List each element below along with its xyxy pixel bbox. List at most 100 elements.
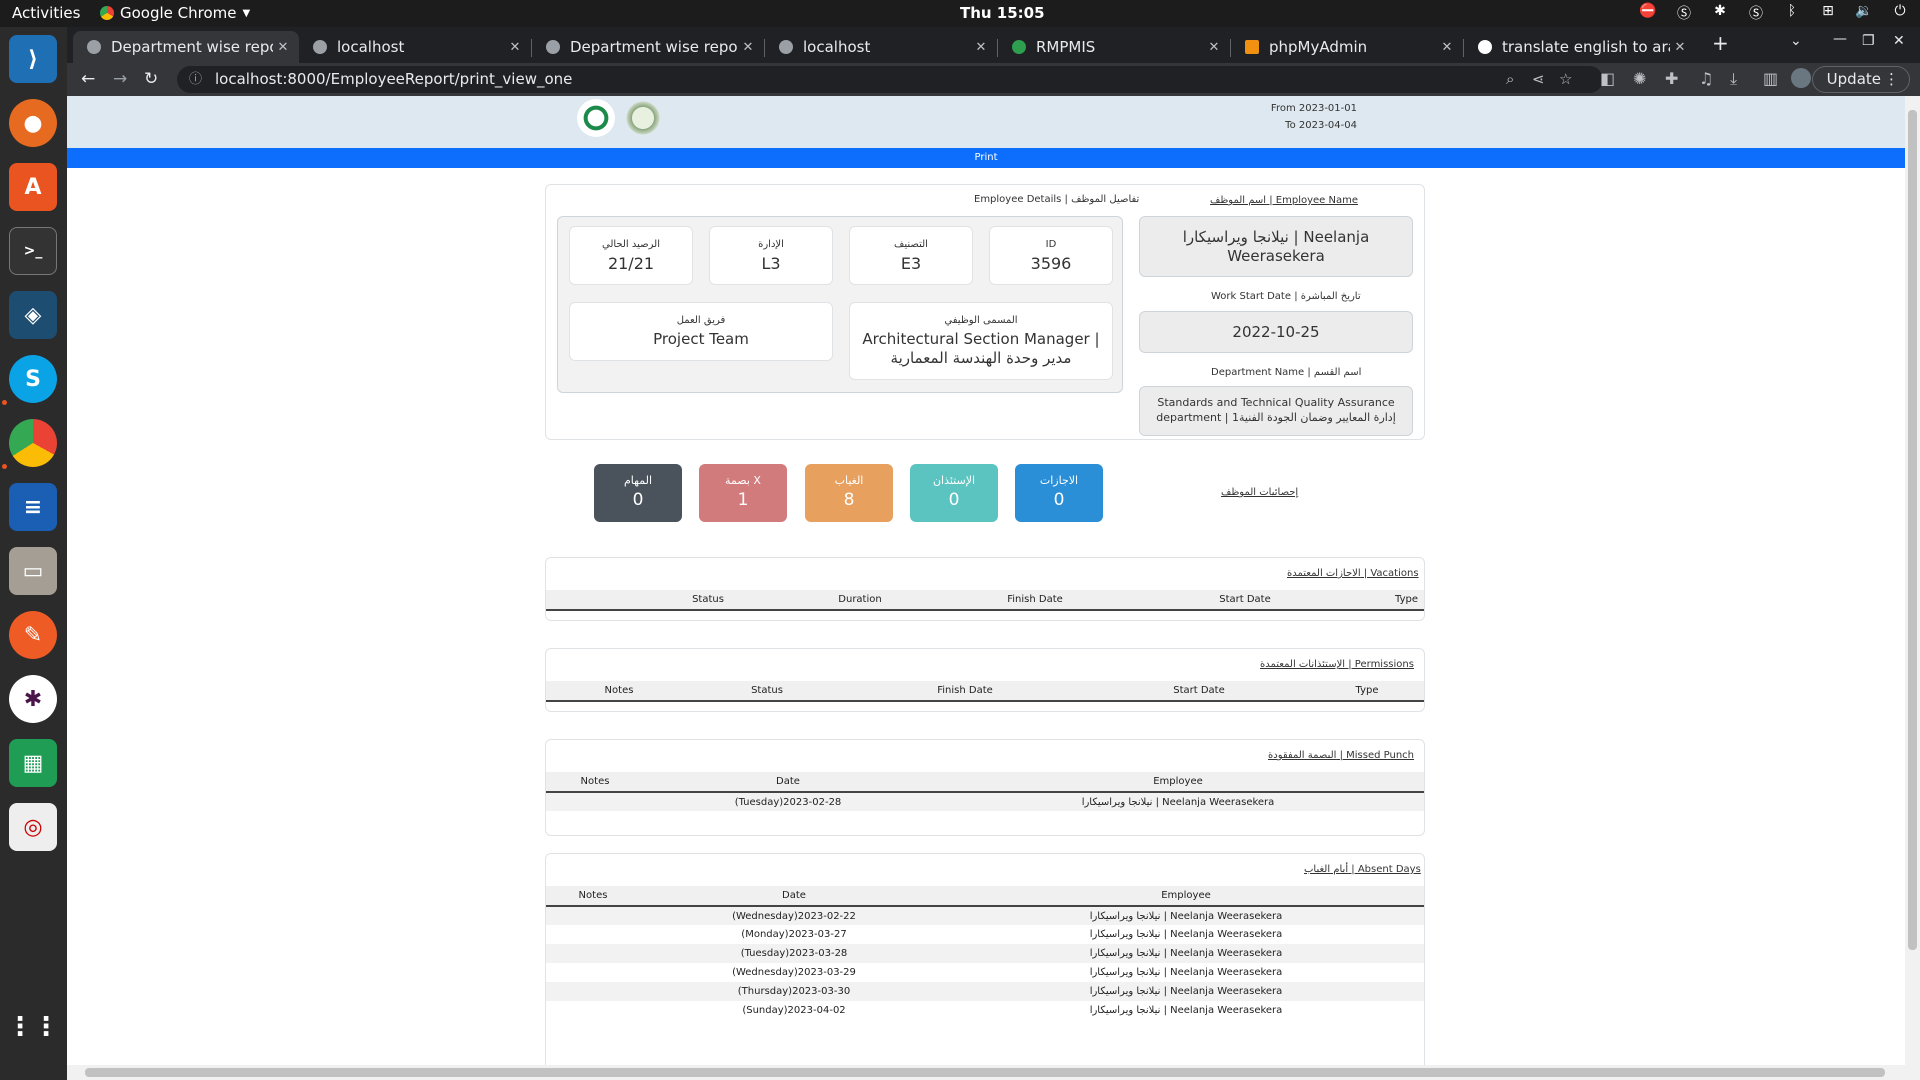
calc-icon[interactable]: ▦: [9, 739, 57, 787]
address-url: localhost:8000/EmployeeReport/print_view…: [215, 70, 573, 88]
skype-tray-icon[interactable]: Ⓢ: [1674, 3, 1694, 23]
col-start-date: Start Date: [1160, 590, 1330, 611]
print-button[interactable]: Print: [67, 148, 1905, 168]
permissions-table: Notes Status Finish Date Start Date Type: [546, 681, 1424, 710]
cell-notes: [546, 792, 644, 811]
close-window-button[interactable]: ✕: [1893, 33, 1905, 49]
phpmyadmin-icon: [1245, 40, 1259, 54]
do-not-disturb-icon[interactable]: ⛔: [1638, 3, 1658, 23]
tab-translate[interactable]: translate english to arab ✕: [1464, 31, 1696, 63]
cell-employee: نيلانجا ويراسيكارا | Neelanja Weeraseker…: [948, 906, 1424, 925]
cell-employee: نيلانجا ويراسيكارا | Neelanja Weeraseker…: [1089, 929, 1283, 940]
info-icon[interactable]: ⓘ: [189, 66, 202, 93]
extension-icon-2[interactable]: ✺: [1633, 69, 1646, 88]
extensions-puzzle-icon[interactable]: ✚: [1665, 69, 1678, 88]
slack-tray-icon[interactable]: ✱: [1710, 3, 1730, 23]
absent-days-label: أيام الغياب | Absent Days: [1304, 864, 1421, 875]
mysql-workbench-icon[interactable]: ◈: [9, 291, 57, 339]
org-logo-2: [624, 99, 662, 137]
tab-department-report-1[interactable]: Department wise report ✕: [73, 31, 299, 63]
download-icon[interactable]: ⤓: [1730, 69, 1737, 89]
chrome-dock-icon[interactable]: [9, 419, 57, 467]
postman-icon[interactable]: ✎: [9, 611, 57, 659]
chevron-down-icon: ▼: [242, 7, 251, 19]
update-label: Update: [1826, 70, 1881, 88]
skype-icon[interactable]: S: [9, 355, 57, 403]
col-employee: Employee: [932, 772, 1424, 793]
stat-vacations: الاجازات 0: [1015, 464, 1103, 522]
power-icon[interactable]: ⏻: [1890, 3, 1910, 23]
horizontal-scrollbar[interactable]: [67, 1065, 1905, 1080]
vscode-icon[interactable]: ⟩: [9, 35, 57, 83]
cell-date: (Sunday)2023-04-02: [742, 1005, 846, 1016]
zoom-icon[interactable]: ⌕: [1506, 66, 1514, 93]
firefox-icon[interactable]: ●: [9, 99, 57, 147]
tab-rmpmis[interactable]: RMPMIS ✕: [998, 31, 1230, 63]
tab-title: localhost: [337, 38, 405, 56]
cell-date: (Wednesday)2023-03-29: [732, 967, 856, 978]
close-icon[interactable]: ✕: [505, 40, 525, 55]
cell-notes: [546, 982, 640, 1001]
show-apps-icon[interactable]: ⋮⋮: [7, 1003, 59, 1051]
close-icon[interactable]: ✕: [1670, 40, 1690, 55]
globe-icon: [546, 40, 560, 54]
slack-icon[interactable]: ✱: [9, 675, 57, 723]
close-icon[interactable]: ✕: [738, 40, 758, 55]
profile-avatar[interactable]: [1791, 68, 1811, 88]
stat-value: 0: [948, 490, 960, 510]
writer-icon[interactable]: ≡: [9, 483, 57, 531]
maximize-button[interactable]: ❐: [1862, 33, 1875, 49]
stat-absence: الغياب 8: [805, 464, 893, 522]
bookmark-star-icon[interactable]: ☆: [1559, 66, 1572, 93]
cell-employee: نيلانجا ويراسيكارا | Neelanja Weeraseker…: [1089, 967, 1283, 978]
job-title-box: المسمى الوظيفي Architectural Section Man…: [849, 302, 1113, 380]
media-icon[interactable]: ♫: [1699, 69, 1713, 88]
work-start-date-field: 2022-10-25: [1139, 311, 1413, 353]
close-icon[interactable]: ✕: [273, 40, 293, 55]
table-row: (Wednesday)2023-03-29 نيلانجا ويراسيكارا…: [546, 963, 1424, 982]
terminal-icon[interactable]: >_: [9, 227, 57, 275]
tab-search-button[interactable]: ⌄: [1790, 33, 1802, 49]
clock[interactable]: Thu 15:05: [960, 4, 1045, 22]
close-icon[interactable]: ✕: [971, 40, 991, 55]
stat-value: 0: [1053, 490, 1065, 510]
minimize-button[interactable]: —: [1833, 31, 1847, 47]
col-employee: Employee: [948, 886, 1424, 907]
address-bar[interactable]: ⓘ localhost:8000/EmployeeReport/print_vi…: [177, 66, 1603, 93]
extension-icon-1[interactable]: ◧: [1600, 69, 1615, 88]
box-value: L3: [761, 254, 781, 273]
forward-button[interactable]: →: [113, 69, 127, 89]
share-icon[interactable]: ⋖: [1532, 66, 1545, 93]
cell-date: (Tuesday)2023-03-28: [640, 944, 948, 963]
files-icon[interactable]: ▭: [9, 547, 57, 595]
volume-icon[interactable]: 🔉: [1854, 3, 1874, 23]
software-center-icon[interactable]: A: [9, 163, 57, 211]
remote-desktop-icon[interactable]: ◎: [9, 803, 57, 851]
reload-button[interactable]: ↻: [144, 69, 158, 89]
bluetooth-icon[interactable]: ᛒ: [1782, 3, 1802, 23]
box-value: 3596: [1030, 254, 1072, 273]
new-tab-button[interactable]: +: [1712, 31, 1729, 55]
tab-phpmyadmin[interactable]: phpMyAdmin ✕: [1231, 31, 1463, 63]
tab-localhost-2[interactable]: localhost ✕: [765, 31, 997, 63]
tab-department-report-2[interactable]: Department wise report ✕: [532, 31, 764, 63]
kebab-menu-icon[interactable]: ⋮: [1884, 67, 1899, 92]
close-icon[interactable]: ✕: [1204, 40, 1224, 55]
tab-localhost-1[interactable]: localhost ✕: [299, 31, 531, 63]
vertical-scrollbar[interactable]: [1905, 96, 1920, 1080]
cell-date: (Thursday)2023-03-30: [640, 982, 948, 1001]
update-button[interactable]: Update ⋮: [1811, 66, 1910, 93]
team-box: فريق العمل Project Team: [569, 302, 833, 361]
back-button[interactable]: ←: [81, 69, 95, 89]
close-icon[interactable]: ✕: [1437, 40, 1457, 55]
dock: ⟩ ● A >_ ◈ S ≡ ▭ ✎ ✱ ▦ ◎ ⋮⋮: [0, 27, 67, 1080]
globe-icon: [313, 40, 327, 54]
skype-tray-icon-2[interactable]: Ⓢ: [1746, 3, 1766, 23]
side-panel-icon[interactable]: ▥: [1763, 69, 1778, 88]
system-tray: ⛔ Ⓢ ✱ Ⓢ ᛒ ⊞ 🔉 ⏻: [1638, 3, 1910, 23]
app-menu[interactable]: Google Chrome ▼: [100, 4, 250, 22]
activities-button[interactable]: Activities: [12, 4, 80, 22]
network-icon[interactable]: ⊞: [1818, 3, 1838, 23]
stat-key: الإستئذان: [932, 474, 976, 487]
box-key: التصنيف: [894, 239, 928, 250]
